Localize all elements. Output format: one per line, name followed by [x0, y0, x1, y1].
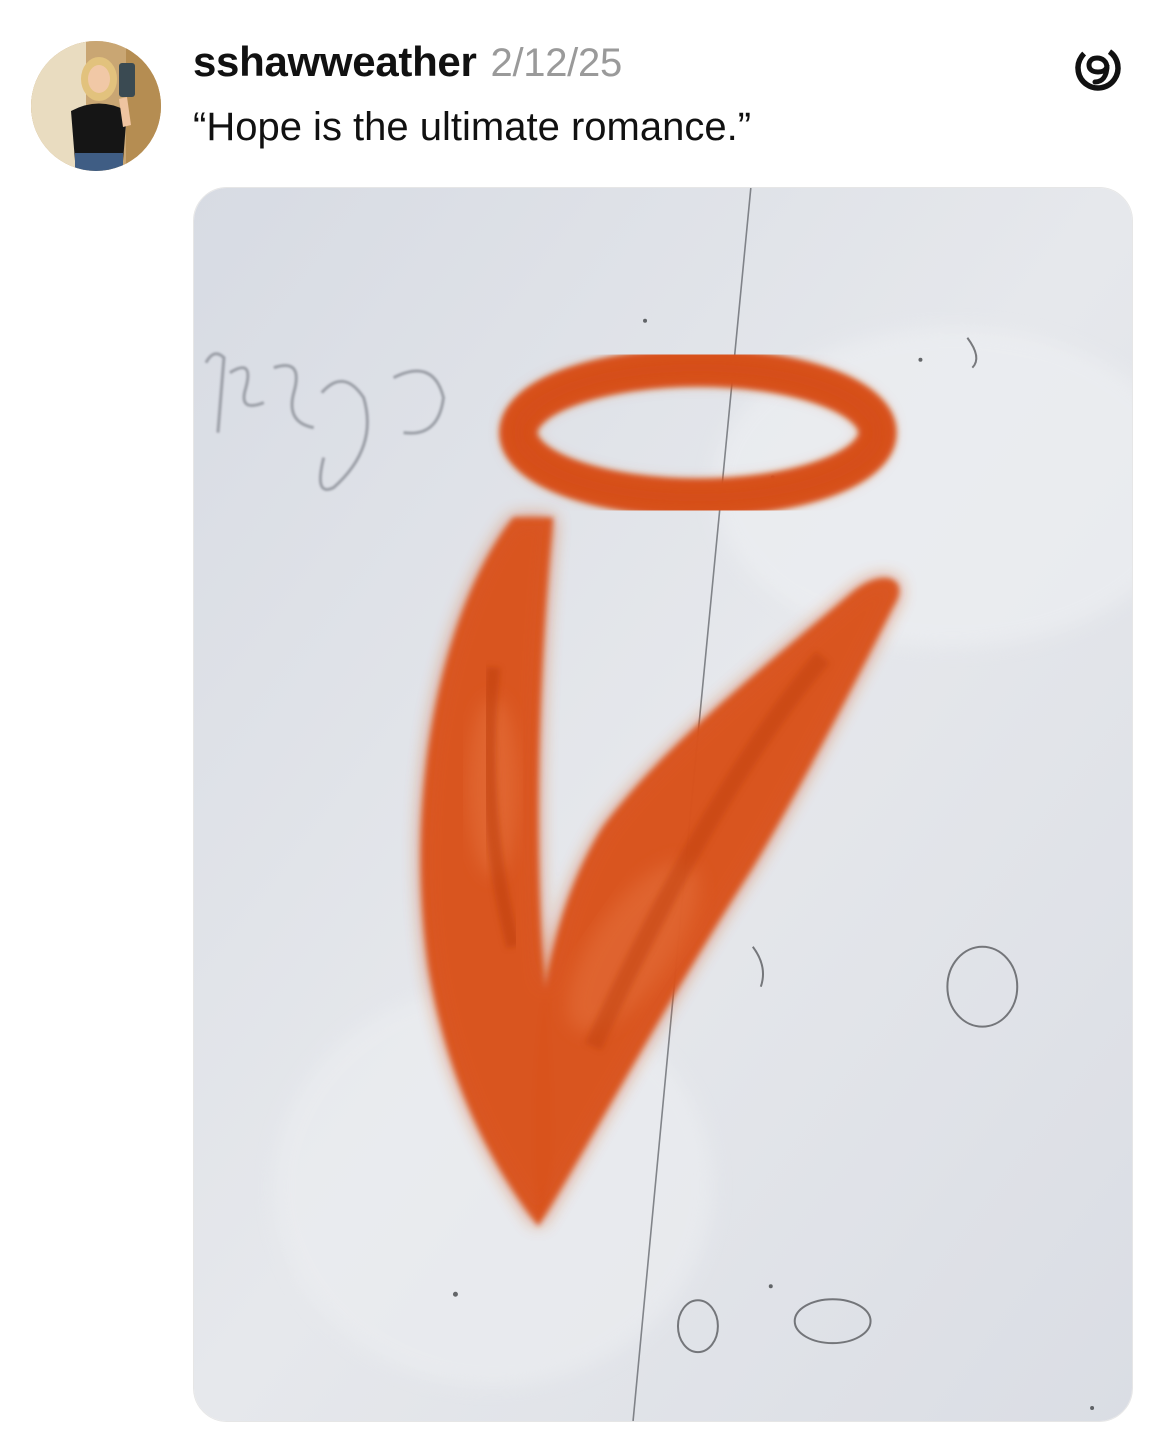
post-timestamp: 2/12/25 — [490, 41, 623, 85]
post-image[interactable] — [193, 187, 1133, 1422]
user-avatar[interactable] — [31, 41, 161, 171]
threads-logo-icon — [1072, 41, 1124, 93]
graffiti-photo — [194, 188, 1132, 1421]
username[interactable]: sshawweather — [193, 38, 477, 86]
threads-post: sshawweather 2/12/25 “Hope is the ultima… — [0, 0, 1170, 1437]
post-header: sshawweather 2/12/25 — [193, 38, 622, 88]
avatar-photo — [31, 41, 161, 171]
post-caption: “Hope is the ultimate romance.” — [193, 105, 752, 149]
